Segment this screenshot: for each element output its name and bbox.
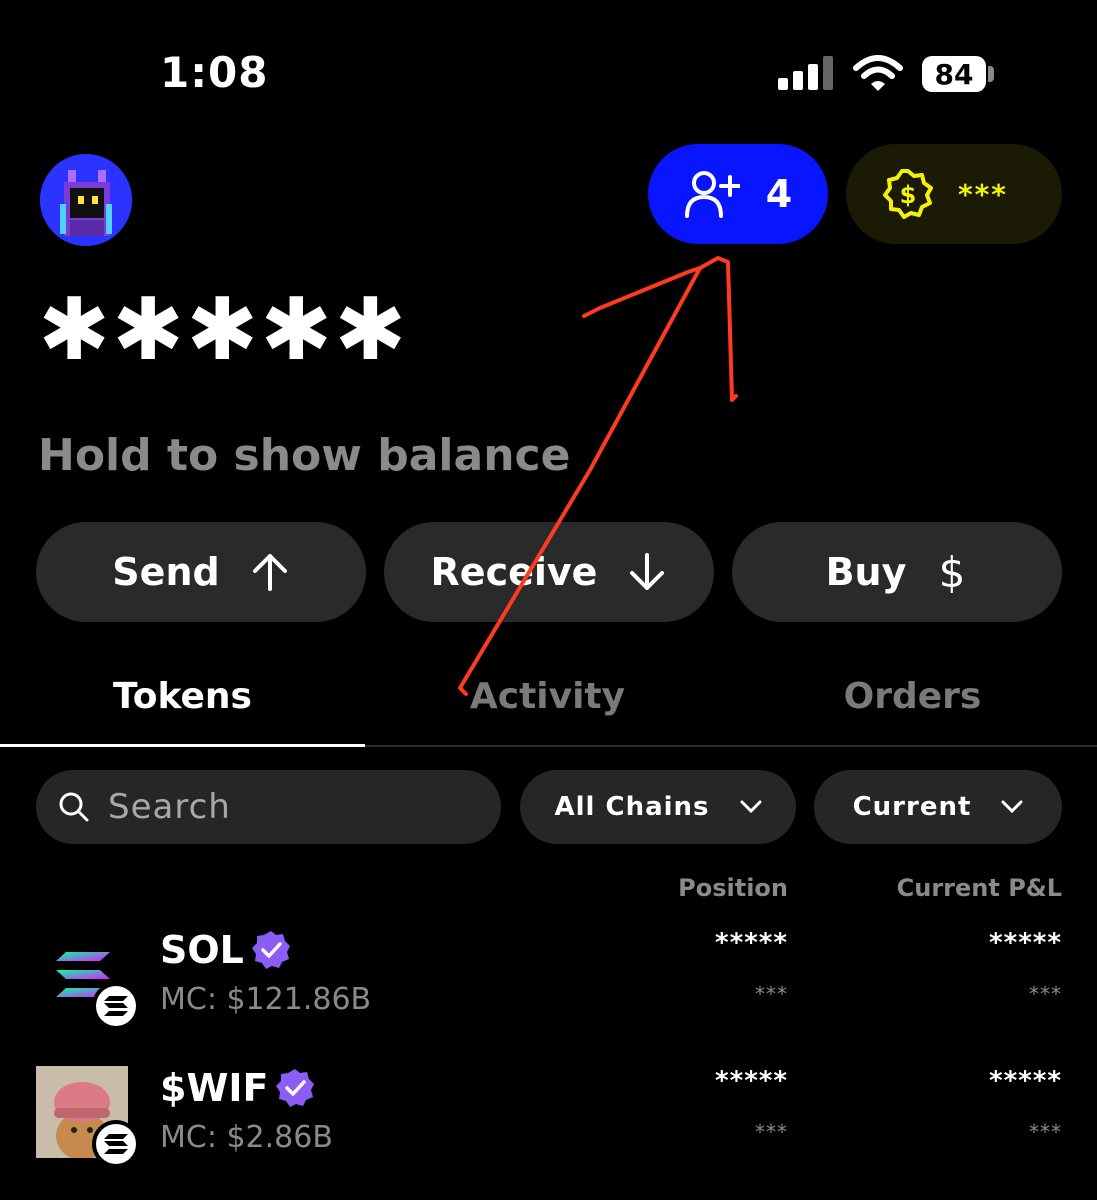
token-row-wif[interactable]: $WIF MC: $2.86B ***** *** ***** *** xyxy=(0,1058,1097,1178)
sort-filter-label: Current xyxy=(852,792,972,822)
add-user-icon xyxy=(684,171,740,218)
search-input[interactable]: Search xyxy=(36,770,501,844)
token-market-cap: MC: $2.86B xyxy=(160,1120,333,1155)
tab-tokens[interactable]: Tokens xyxy=(0,676,365,717)
solana-chain-badge xyxy=(92,1120,140,1168)
solana-chain-icon xyxy=(104,996,128,1016)
pixel-robot-avatar-icon xyxy=(40,154,132,246)
solana-chain-icon xyxy=(104,1134,128,1154)
send-button[interactable]: Send xyxy=(36,522,366,622)
chain-filter-dropdown[interactable]: All Chains xyxy=(520,770,796,844)
masked-wallet-name[interactable]: ✱✱✱✱✱ xyxy=(38,280,408,380)
token-pnl-sub: *** xyxy=(1029,1120,1062,1144)
chevron-down-icon xyxy=(740,800,762,814)
send-label: Send xyxy=(112,550,220,594)
token-name-row: SOL xyxy=(160,928,292,972)
buy-label: Buy xyxy=(825,550,907,594)
token-position-sub: *** xyxy=(755,1120,788,1144)
token-pnl: ***** xyxy=(989,928,1062,958)
buy-button[interactable]: Buy $ xyxy=(732,522,1062,622)
battery-icon: 84 xyxy=(922,56,986,92)
search-placeholder: Search xyxy=(108,787,231,827)
referral-count: 4 xyxy=(765,172,793,216)
chevron-down-icon xyxy=(1001,800,1023,814)
token-pnl-sub: *** xyxy=(1029,982,1062,1006)
hold-to-show-balance[interactable]: Hold to show balance xyxy=(38,430,570,481)
svg-text:$: $ xyxy=(939,549,966,595)
arrow-up-icon xyxy=(252,554,287,591)
arrow-down-icon xyxy=(630,553,665,590)
tab-orders[interactable]: Orders xyxy=(730,676,1095,717)
dollar-icon: $ xyxy=(939,549,966,595)
column-header-position: Position xyxy=(678,874,788,902)
sort-filter-dropdown[interactable]: Current xyxy=(814,770,1062,844)
token-name-row: $WIF xyxy=(160,1066,316,1110)
token-row-sol[interactable]: SOL MC: $121.86B ***** *** ***** *** xyxy=(0,920,1097,1040)
chain-filter-label: All Chains xyxy=(554,792,710,822)
status-time: 1:08 xyxy=(160,48,269,97)
receive-label: Receive xyxy=(430,550,598,594)
cellular-signal-icon xyxy=(778,56,833,90)
referral-button[interactable]: 4 xyxy=(648,144,828,244)
token-pnl: ***** xyxy=(989,1066,1062,1096)
battery-tip xyxy=(988,66,994,82)
token-position: ***** xyxy=(715,928,788,958)
token-symbol: $WIF xyxy=(160,1066,269,1110)
avatar[interactable] xyxy=(40,154,132,246)
column-header-pnl: Current P&L xyxy=(896,874,1062,902)
token-position-sub: *** xyxy=(755,982,788,1006)
token-symbol: SOL xyxy=(160,928,244,972)
svg-text:$: $ xyxy=(900,181,917,209)
dollar-badge-icon: $ xyxy=(883,169,933,219)
active-tab-indicator xyxy=(0,744,365,747)
verified-badge-icon xyxy=(251,931,290,969)
wifi-icon xyxy=(853,55,903,91)
verified-badge-icon xyxy=(276,1069,315,1107)
solana-chain-badge xyxy=(92,982,140,1030)
points-value: *** xyxy=(958,177,1008,211)
search-icon xyxy=(59,792,89,822)
token-position: ***** xyxy=(715,1066,788,1096)
tab-activity[interactable]: Activity xyxy=(365,676,730,717)
receive-button[interactable]: Receive xyxy=(384,522,714,622)
points-button[interactable]: $ *** xyxy=(846,144,1062,244)
token-market-cap: MC: $121.86B xyxy=(160,982,372,1017)
